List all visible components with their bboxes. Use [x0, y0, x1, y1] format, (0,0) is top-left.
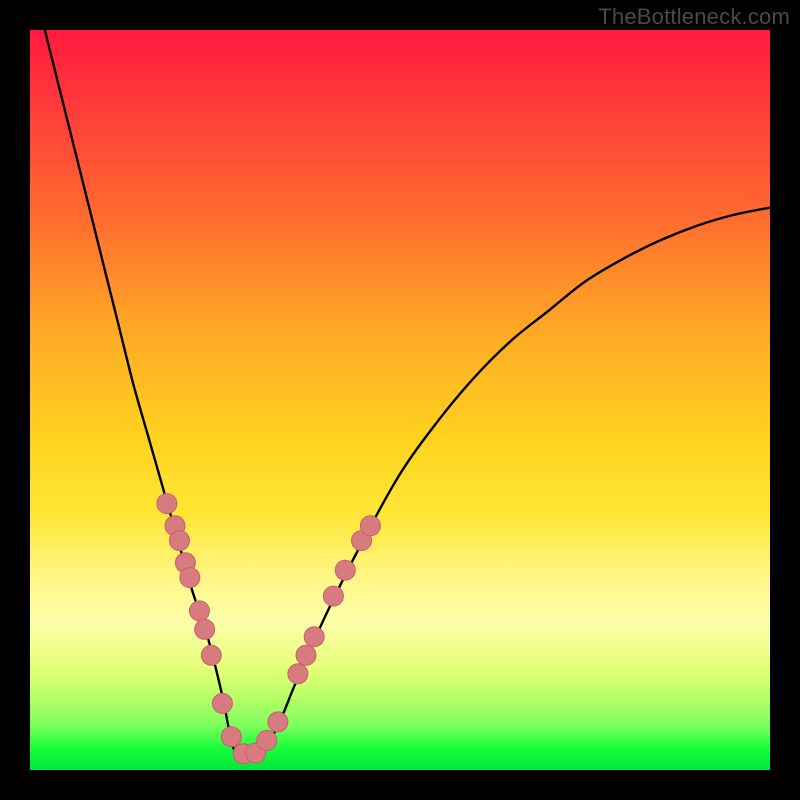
curve-marker: [323, 586, 343, 606]
curve-marker: [221, 727, 241, 747]
curve-marker: [268, 712, 288, 732]
curve-marker: [212, 693, 232, 713]
curve-marker: [157, 494, 177, 514]
watermark-text: TheBottleneck.com: [598, 4, 790, 30]
curve-marker: [257, 730, 277, 750]
curve-marker: [189, 601, 209, 621]
curve-marker: [169, 531, 189, 551]
chart-frame: TheBottleneck.com: [0, 0, 800, 800]
curve-marker: [195, 619, 215, 639]
curve-marker: [360, 516, 380, 536]
curve-marker: [335, 560, 355, 580]
curve-marker: [288, 664, 308, 684]
curve-marker: [201, 645, 221, 665]
curve-marker: [180, 568, 200, 588]
curve-marker: [304, 627, 324, 647]
plot-area: [30, 30, 770, 770]
curve-marker: [296, 645, 316, 665]
curve-markers: [157, 494, 381, 764]
chart-svg: [30, 30, 770, 770]
bottleneck-curve: [45, 30, 770, 758]
